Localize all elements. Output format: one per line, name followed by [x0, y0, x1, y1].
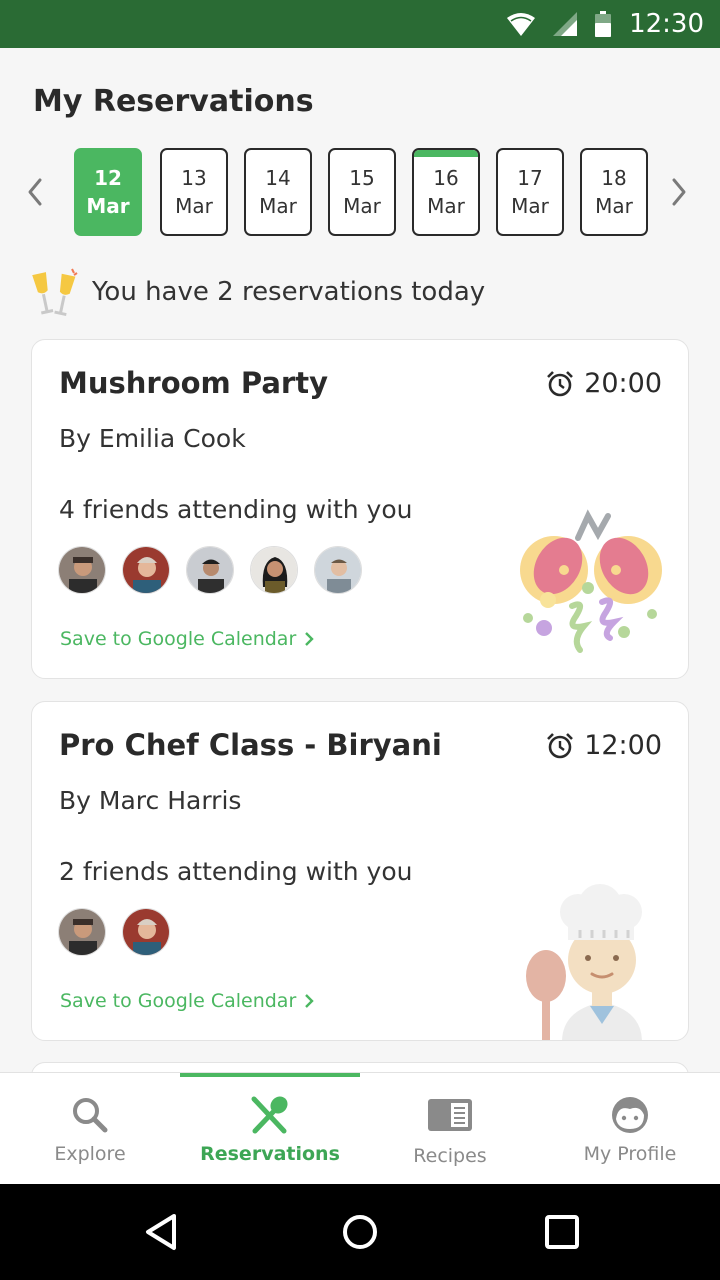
chevron-right-icon — [305, 632, 314, 646]
reservation-card[interactable]: Pro Chef Class - Biryani 12:00 By Marc H… — [31, 701, 689, 1041]
time-text: 20:00 — [584, 368, 662, 399]
date-month: Mar — [86, 194, 130, 218]
date-picker: 12 Mar 13 Mar 14 Mar 15 Mar 16 Mar 17 Ma… — [0, 148, 720, 236]
event-indicator — [414, 150, 478, 157]
date-item-16[interactable]: 16 Mar — [412, 148, 480, 236]
date-day: 15 — [349, 166, 375, 190]
recents-icon[interactable] — [542, 1212, 582, 1252]
date-month: Mar — [343, 194, 381, 218]
date-item-15[interactable]: 15 Mar — [328, 148, 396, 236]
time-text: 12:00 — [584, 730, 662, 761]
status-time: 12:30 — [629, 9, 704, 39]
chevron-left-icon[interactable] — [22, 176, 46, 208]
back-icon[interactable] — [142, 1212, 182, 1252]
mushroom-party-illustration — [520, 509, 662, 653]
date-month: Mar — [511, 194, 549, 218]
wifi-icon — [507, 13, 536, 36]
date-month: Mar — [427, 194, 465, 218]
date-month: Mar — [595, 194, 633, 218]
date-day: 14 — [265, 166, 291, 190]
nav-label: Recipes — [413, 1145, 487, 1167]
date-day: 17 — [517, 166, 543, 190]
nav-item-my-profile[interactable]: My Profile — [540, 1073, 720, 1185]
avatar[interactable] — [250, 546, 298, 594]
reservation-host: By Emilia Cook — [59, 424, 246, 453]
home-icon[interactable] — [340, 1212, 380, 1252]
date-month: Mar — [175, 194, 213, 218]
date-item-14[interactable]: 14 Mar — [244, 148, 312, 236]
status-bar: 12:30 — [0, 0, 720, 48]
nav-label: Reservations — [200, 1143, 340, 1165]
date-day: 16 — [433, 166, 459, 190]
nav-label: Explore — [54, 1143, 126, 1165]
status-icons: 12:30 — [507, 0, 704, 48]
nav-item-explore[interactable]: Explore — [0, 1073, 180, 1185]
date-item-12[interactable]: 12 Mar — [74, 148, 142, 236]
reservation-host: By Marc Harris — [59, 786, 242, 815]
chevron-right-icon[interactable] — [668, 176, 692, 208]
reservation-title: Mushroom Party — [59, 366, 328, 400]
search-icon — [73, 1098, 108, 1133]
friends-attending: 4 friends attending with you — [59, 495, 413, 524]
friend-avatars — [58, 546, 362, 594]
save-to-calendar-link[interactable]: Save to Google Calendar — [60, 990, 314, 1012]
avatar[interactable] — [122, 908, 170, 956]
bottom-navigation: Explore Reservations Recipes My Profile — [0, 1072, 720, 1184]
avatar[interactable] — [58, 908, 106, 956]
save-to-calendar-link[interactable]: Save to Google Calendar — [60, 628, 314, 650]
cell-signal-icon — [553, 12, 578, 36]
utensils-icon — [251, 1096, 288, 1134]
date-day: 18 — [601, 166, 627, 190]
avatar[interactable] — [186, 546, 234, 594]
nav-label: My Profile — [583, 1143, 677, 1165]
date-day: 12 — [94, 166, 122, 190]
avatar[interactable] — [58, 546, 106, 594]
reservation-card[interactable]: Mushroom Party 20:00 By Emilia Cook 4 fr… — [31, 339, 689, 679]
battery-icon — [595, 11, 612, 37]
avatar[interactable] — [122, 546, 170, 594]
calendar-link-label: Save to Google Calendar — [60, 990, 297, 1012]
chef-illustration — [526, 884, 642, 1040]
friends-attending: 2 friends attending with you — [59, 857, 413, 886]
alarm-clock-icon — [547, 370, 574, 396]
calendar-link-label: Save to Google Calendar — [60, 628, 297, 650]
nav-item-reservations[interactable]: Reservations — [180, 1073, 360, 1185]
date-item-13[interactable]: 13 Mar — [160, 148, 228, 236]
champagne-toast-icon — [32, 268, 78, 317]
system-navigation-bar — [0, 1184, 720, 1280]
profile-face-icon — [612, 1097, 648, 1133]
date-month: Mar — [259, 194, 297, 218]
date-day: 13 — [181, 166, 207, 190]
date-item-18[interactable]: 18 Mar — [580, 148, 648, 236]
friend-avatars — [58, 908, 170, 956]
avatar[interactable] — [314, 546, 362, 594]
reservation-time: 12:00 — [546, 730, 662, 761]
page-title: My Reservations — [33, 84, 314, 119]
date-item-17[interactable]: 17 Mar — [496, 148, 564, 236]
chevron-right-icon — [305, 994, 314, 1008]
reservation-title: Pro Chef Class - Biryani — [59, 728, 442, 762]
alarm-clock-icon — [547, 732, 574, 758]
nav-item-recipes[interactable]: Recipes — [360, 1073, 540, 1185]
recipe-book-icon — [428, 1099, 472, 1131]
reservations-summary: You have 2 reservations today — [30, 266, 485, 318]
summary-text: You have 2 reservations today — [92, 277, 486, 307]
reservation-time: 20:00 — [546, 368, 662, 399]
